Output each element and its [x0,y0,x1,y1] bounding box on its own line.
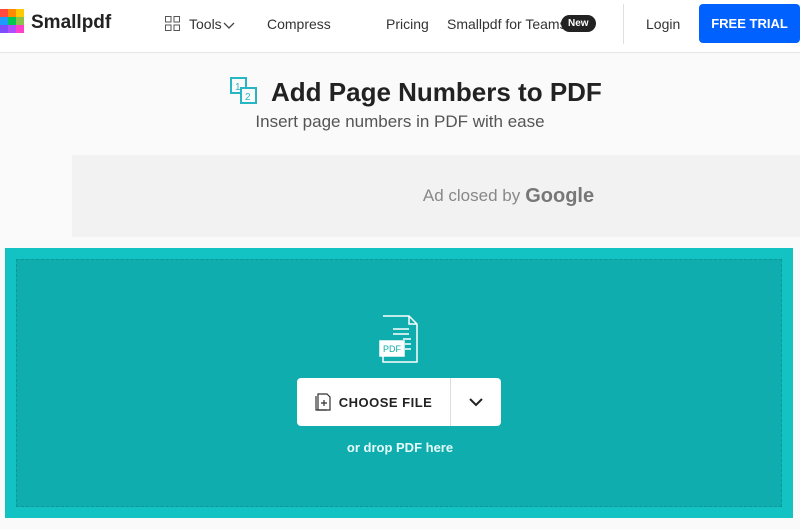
svg-text:1: 1 [235,82,241,93]
choose-file-label: CHOOSE FILE [338,394,433,410]
choose-file-group: CHOOSE FILE [297,378,501,426]
svg-text:PDF: PDF [383,344,402,354]
new-badge: New [561,15,596,32]
ad-brand: Google [525,184,595,207]
smallpdf-logo[interactable] [0,9,24,33]
drop-hint: or drop PDF here [346,440,454,455]
page-subtitle: Insert page numbers in PDF with ease [255,112,545,131]
top-nav: Smallpdf Tools Compress Pricing Smallpdf… [0,0,800,53]
chevron-down-icon [469,398,483,407]
page-title: Add Page Numbers to PDF [271,77,602,107]
upload-options-dropdown[interactable] [451,378,501,426]
add-file-icon [315,391,331,414]
teams-link[interactable]: Smallpdf for Teams [447,16,567,32]
free-trial-button[interactable]: FREE TRIAL [699,4,800,43]
ad-placeholder: Ad closed by Google [72,155,800,237]
chevron-down-icon [223,17,235,35]
page-numbers-icon: 12 [230,77,260,110]
tools-menu[interactable]: Tools [189,16,222,32]
login-link[interactable]: Login [646,16,680,32]
brand-name[interactable]: Smallpdf [31,12,111,34]
ad-text: Ad closed by [422,186,521,205]
pricing-link[interactable]: Pricing [386,16,429,32]
svg-text:2: 2 [245,92,251,103]
choose-file-button[interactable]: CHOOSE FILE [297,378,451,426]
compress-link[interactable]: Compress [267,16,331,32]
grid-icon [165,16,180,36]
pdf-file-icon: PDF [379,315,419,368]
divider [623,4,624,44]
